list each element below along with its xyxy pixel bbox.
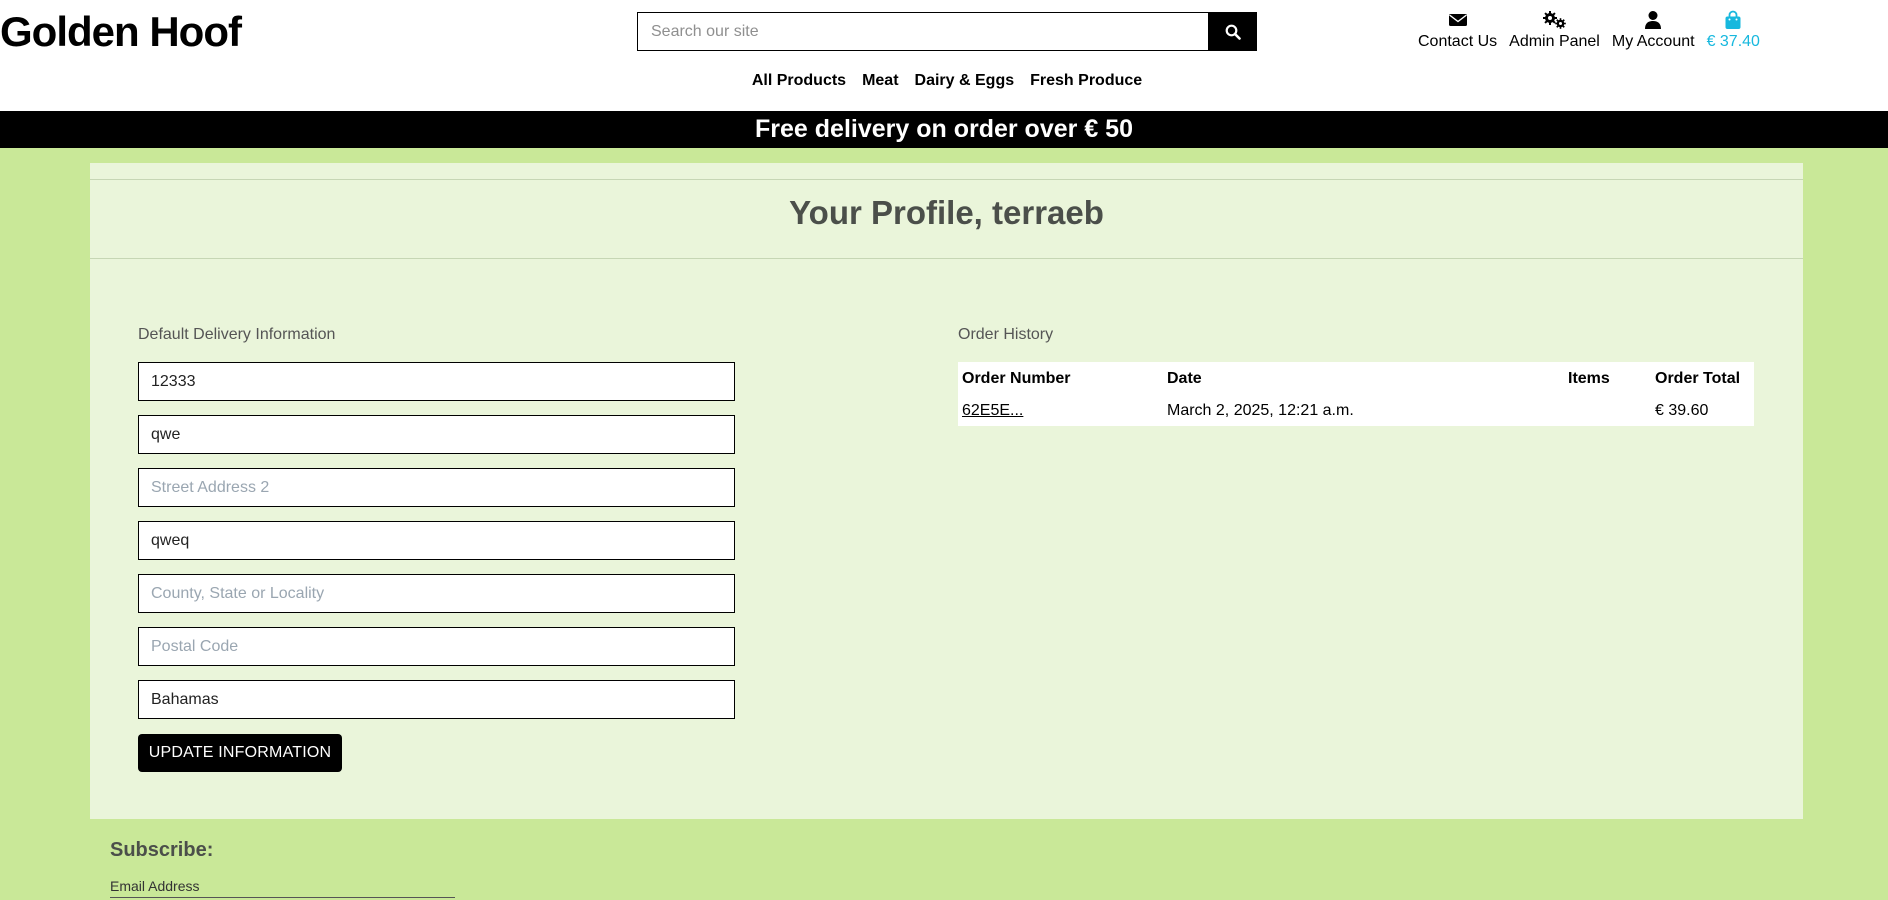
contact-us-label: Contact Us <box>1418 33 1498 50</box>
site-header: Golden Hoof Contact Us <box>0 0 1888 111</box>
country-field[interactable] <box>138 680 735 719</box>
page-title: Your Profile, terraeb <box>789 194 1104 231</box>
order-total: € 39.60 <box>1655 402 1709 419</box>
divider <box>90 258 1803 259</box>
contact-us-link[interactable]: Contact Us <box>1418 8 1497 52</box>
menu-dairy-eggs[interactable]: Dairy & Eggs <box>915 72 1015 90</box>
order-history-table: Order Number Date Items Order Total 62E5… <box>958 362 1754 426</box>
column-header-date: Date <box>1167 370 1202 387</box>
shopping-bag-icon <box>1724 8 1742 32</box>
site-logo[interactable]: Golden Hoof <box>0 8 242 56</box>
column-header-order-total: Order Total <box>1655 370 1741 387</box>
order-number-link[interactable]: 62E5E... <box>962 402 1023 420</box>
my-account-link[interactable]: My Account <box>1612 8 1695 52</box>
search-button[interactable] <box>1208 12 1257 51</box>
user-icon <box>1644 8 1662 32</box>
search-input[interactable] <box>637 12 1208 51</box>
admin-panel-link[interactable]: Admin Panel <box>1509 8 1600 52</box>
menu-meat[interactable]: Meat <box>862 72 898 90</box>
search-icon <box>1225 24 1241 40</box>
header-nav-icons: Contact Us Admin Panel My Account € 37.4… <box>1418 8 1772 52</box>
main-menu: All Products Meat Dairy & Eggs Fresh Pro… <box>0 72 1888 90</box>
column-header-items: Items <box>1568 370 1610 387</box>
menu-fresh-produce[interactable]: Fresh Produce <box>1030 72 1142 90</box>
column-header-order-number: Order Number <box>962 370 1071 387</box>
postal-code-field[interactable] <box>138 627 735 666</box>
search-bar <box>637 12 1257 51</box>
gears-icon <box>1542 8 1568 32</box>
street-address-2-field[interactable] <box>138 468 735 507</box>
cart-link[interactable]: € 37.40 <box>1707 8 1760 52</box>
phone-number-field[interactable] <box>138 362 735 401</box>
admin-panel-label: Admin Panel <box>1509 33 1600 50</box>
update-information-button[interactable]: UPDATE INFORMATION <box>138 734 342 772</box>
email-address-label: Email Address <box>110 878 200 894</box>
order-date: March 2, 2025, 12:21 a.m. <box>1167 402 1354 419</box>
profile-panel: Your Profile, terraeb Default Delivery I… <box>90 163 1803 819</box>
county-field[interactable] <box>138 574 735 613</box>
divider <box>90 179 1803 180</box>
menu-all-products[interactable]: All Products <box>752 72 846 90</box>
cart-total: € 37.40 <box>1706 33 1760 50</box>
town-city-field[interactable] <box>138 521 735 560</box>
my-account-label: My Account <box>1611 33 1695 50</box>
street-address-1-field[interactable] <box>138 415 735 454</box>
free-delivery-banner: Free delivery on order over € 50 <box>0 111 1888 148</box>
envelope-icon <box>1448 8 1468 32</box>
delivery-info-heading: Default Delivery Information <box>138 326 336 343</box>
order-history-heading: Order History <box>958 326 1054 343</box>
subscribe-heading: Subscribe: <box>110 839 214 861</box>
